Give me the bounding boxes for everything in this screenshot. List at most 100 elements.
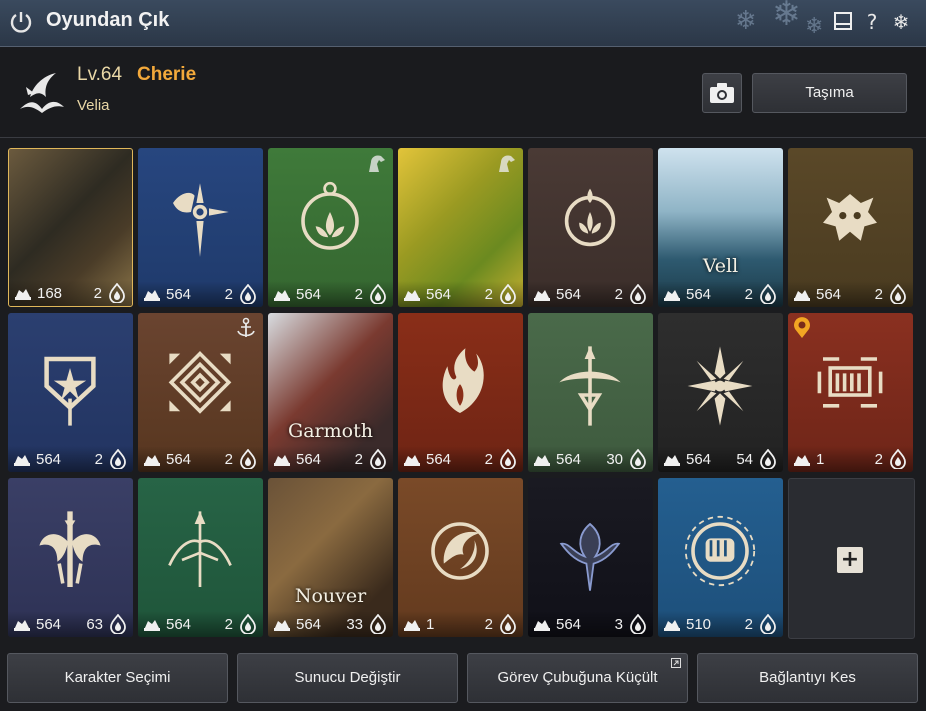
power-icon[interactable] <box>9 10 33 34</box>
energy-value: 564 <box>686 286 712 303</box>
character-slot[interactable]: Garmoth 564 2 <box>268 313 393 472</box>
energy-icon <box>404 620 420 631</box>
energy-value: 564 <box>296 286 322 303</box>
flame-icon <box>630 284 646 304</box>
snowflake-settings-icon[interactable]: ❄ <box>890 11 912 33</box>
flame-icon <box>110 449 126 469</box>
character-level: Lv.64 <box>77 64 123 85</box>
character-slot[interactable]: 564 2 <box>398 313 523 472</box>
contribution-value: 63 <box>86 616 103 633</box>
contribution-value: 2 <box>224 616 233 633</box>
energy-icon <box>144 290 160 301</box>
flame-icon <box>240 284 256 304</box>
energy-value: 564 <box>166 451 192 468</box>
character-slot[interactable]: 564 2 <box>8 313 133 472</box>
flame-icon <box>109 283 125 303</box>
energy-value: 564 <box>426 451 452 468</box>
character-slot[interactable]: 12 <box>398 478 523 637</box>
energy-value: 1 <box>816 451 825 468</box>
character-slot[interactable]: 564 2 <box>528 148 653 307</box>
energy-value: 564 <box>556 616 582 633</box>
flame-icon <box>630 449 646 469</box>
energy-icon <box>14 620 30 631</box>
energy-icon <box>274 455 290 466</box>
energy-value: 168 <box>37 285 63 302</box>
character-slot[interactable]: 564 2 <box>138 313 263 472</box>
class-emblem-icon <box>559 522 621 591</box>
contribution-value: 2 <box>93 285 102 302</box>
flame-icon <box>370 449 386 469</box>
flame-icon <box>760 449 776 469</box>
character-slot[interactable]: 564 2 <box>138 478 263 637</box>
change-server-button[interactable]: Sunucu Değiştir <box>237 653 458 703</box>
character-slot[interactable]: Vell 564 2 <box>658 148 783 307</box>
location-badge-icon <box>794 317 810 338</box>
contribution-value: 2 <box>224 451 233 468</box>
snowflake-icon: ❄ <box>772 0 801 34</box>
character-slot[interactable]: 564 54 <box>658 313 783 472</box>
class-emblem-icon <box>431 522 489 580</box>
help-icon[interactable]: ? <box>861 11 883 33</box>
class-emblem-icon <box>44 356 96 426</box>
snowflake-icon: ❄ <box>735 6 757 36</box>
character-slot[interactable]: 564 30 <box>528 313 653 472</box>
flame-icon <box>500 284 516 304</box>
energy-value: 564 <box>426 286 452 303</box>
class-emblem-icon <box>559 346 621 426</box>
character-slot[interactable]: 564 2 <box>268 148 393 307</box>
flame-icon <box>370 284 386 304</box>
energy-icon <box>664 455 680 466</box>
flame-icon <box>630 614 646 634</box>
window-title[interactable]: Oyundan Çık <box>46 9 169 32</box>
contribution-value: 54 <box>736 451 753 468</box>
add-character-slot[interactable]: + <box>788 478 915 639</box>
character-slot[interactable]: 510 2 <box>658 478 783 637</box>
flame-icon <box>240 614 256 634</box>
character-slot[interactable]: 168 2 <box>8 148 133 307</box>
contribution-value: 2 <box>94 451 103 468</box>
character-slot[interactable]: 12 <box>788 313 913 472</box>
class-emblem-icon <box>301 181 359 250</box>
snowflake-icon: ❄ <box>805 14 824 39</box>
window-toggle-icon[interactable] <box>832 11 854 33</box>
character-slot[interactable]: 564 3 <box>528 478 653 637</box>
contribution-value: 2 <box>484 616 493 633</box>
character-class-label: Nouver <box>294 585 367 607</box>
external-icon <box>671 658 681 668</box>
energy-value: 564 <box>556 451 582 468</box>
class-emblem-icon <box>687 346 753 426</box>
character-slot[interactable]: 564 2 <box>788 148 913 307</box>
class-emblem-icon <box>823 194 877 241</box>
class-emblem-icon <box>173 183 229 257</box>
screenshot-button[interactable] <box>702 73 742 113</box>
camera-icon <box>710 83 734 103</box>
flame-icon <box>890 449 906 469</box>
energy-value: 564 <box>296 451 322 468</box>
contribution-value: 2 <box>354 286 363 303</box>
class-emblem-icon <box>684 515 756 587</box>
energy-value: 564 <box>686 451 712 468</box>
energy-icon <box>794 455 810 466</box>
energy-icon <box>664 620 680 631</box>
energy-value: 564 <box>36 451 62 468</box>
move-button[interactable]: Taşıma <box>752 73 907 113</box>
contribution-value: 2 <box>354 451 363 468</box>
character-slot[interactable]: 564 2 <box>398 148 523 307</box>
character-slot[interactable]: 564 2 <box>138 148 263 307</box>
disconnect-button[interactable]: Bağlantıyı Kes <box>697 653 918 703</box>
energy-icon <box>534 620 550 631</box>
character-name: Cherie <box>137 64 197 85</box>
energy-value: 1 <box>426 616 435 633</box>
energy-icon <box>14 455 30 466</box>
energy-icon <box>534 290 550 301</box>
contribution-value: 2 <box>484 286 493 303</box>
energy-icon <box>534 455 550 466</box>
flame-icon <box>760 614 776 634</box>
energy-icon <box>664 290 680 301</box>
minimize-to-taskbar-button[interactable]: Görev Çubuğuna Küçült <box>467 653 688 703</box>
character-slot[interactable]: 564 63 <box>8 478 133 637</box>
class-emblem-icon <box>442 348 484 413</box>
title-bar: Oyundan Çık ❄ ❄ ❄ ? ❄ <box>0 0 926 47</box>
character-slot[interactable]: Nouver 564 33 <box>268 478 393 637</box>
character-select-button[interactable]: Karakter Seçimi <box>7 653 228 703</box>
